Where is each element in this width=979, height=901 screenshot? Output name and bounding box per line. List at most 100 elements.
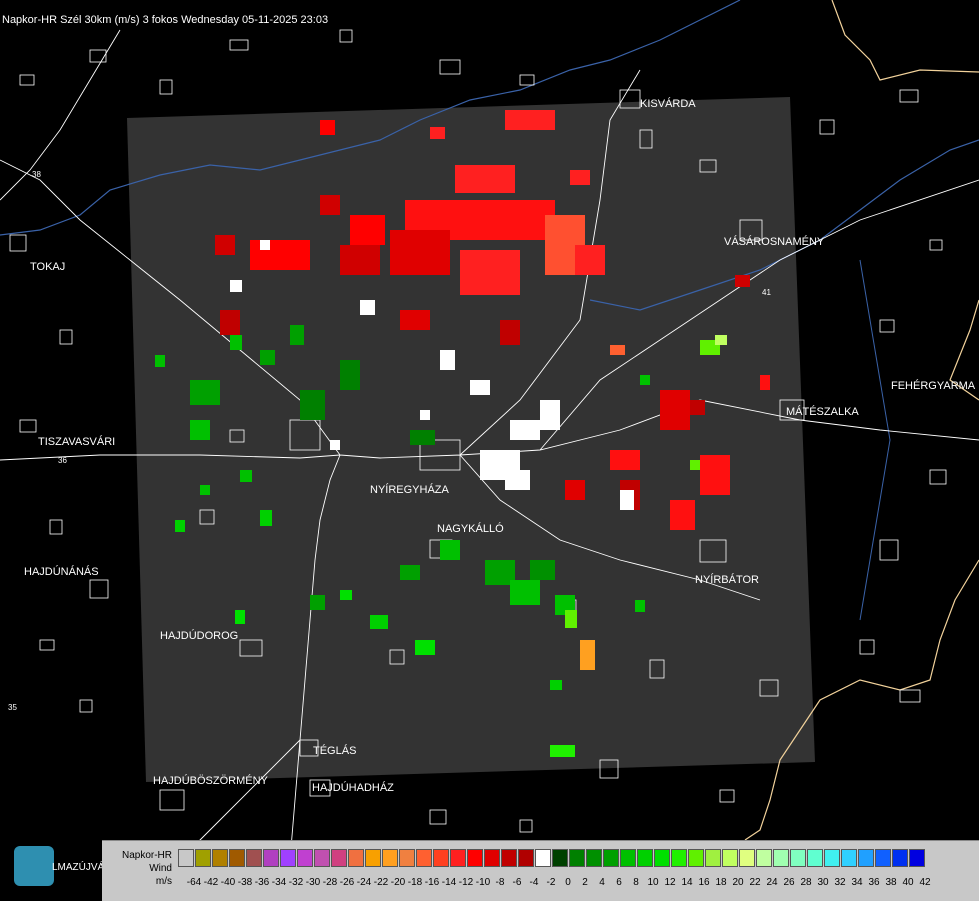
wind-legend: Napkor-HR Wind m/s -64 -42 -40 -38 -36 -34 -32… [102, 840, 979, 901]
legend-tick-label: -12 [458, 877, 474, 888]
legend-swatch [467, 849, 483, 867]
legend-tick-label: 2 [582, 877, 588, 888]
road-number-36: 36 [58, 456, 67, 465]
legend-tick-label: 8 [633, 877, 639, 888]
legend-swatch [535, 849, 551, 867]
legend-swatch [739, 849, 755, 867]
legend-tick-label: 26 [783, 877, 795, 888]
town-tokaj: TOKAJ [30, 261, 65, 273]
legend-swatch [416, 849, 432, 867]
legend-swatch [875, 849, 891, 867]
legend-swatch [654, 849, 670, 867]
legend-swatch [331, 849, 347, 867]
legend-swatch [297, 849, 313, 867]
legend-swatch [280, 849, 296, 867]
legend-tick-label: 14 [681, 877, 693, 888]
road-number-35: 35 [8, 703, 17, 712]
company-logo-icon [14, 846, 54, 886]
legend-swatch [195, 849, 211, 867]
legend-tick-label: 36 [868, 877, 880, 888]
legend-swatch [263, 849, 279, 867]
legend-tick-label: -6 [512, 877, 522, 888]
map-title: Napkor-HR Szél 30km (m/s) 3 fokos Wednes… [2, 14, 329, 26]
legend-swatch [433, 849, 449, 867]
legend-swatch [637, 849, 653, 867]
legend-swatch [518, 849, 534, 867]
legend-tick-label: -30 [305, 877, 321, 888]
town-tiszavasvari: TISZAVASVÁRI [38, 435, 115, 448]
legend-tick-label: -28 [322, 877, 338, 888]
town-hajdudorog: HAJDÚDOROG [160, 629, 238, 642]
town-vasarosnameny: VÁSÁROSNAMÉNY [724, 235, 825, 248]
legend-swatch [790, 849, 806, 867]
legend-swatch [773, 849, 789, 867]
legend-tick-label: 34 [851, 877, 863, 888]
legend-swatch [620, 849, 636, 867]
legend-swatch [365, 849, 381, 867]
legend-tick-label: 24 [766, 877, 778, 888]
legend-tick-label: -14 [441, 877, 457, 888]
legend-tick-label: 10 [647, 877, 659, 888]
legend-swatch [858, 849, 874, 867]
legend-tick-label: -42 [203, 877, 219, 888]
legend-swatch [348, 849, 364, 867]
radar-map: KISVÁRDA VÁSÁROSNAMÉNY TOKAJ FEHÉRGYARMA… [0, 0, 979, 861]
legend-title-line2: Wind [149, 863, 172, 874]
legend-tick-label: -8 [495, 877, 505, 888]
legend-tick-label: 32 [834, 877, 846, 888]
legend-tick-label: -16 [424, 877, 440, 888]
legend-swatches [178, 849, 926, 867]
town-teglas: TÉGLÁS [313, 744, 356, 757]
legend-tick-label: -26 [339, 877, 355, 888]
legend-tick-label: -2 [546, 877, 556, 888]
legend-tick-label: -20 [390, 877, 406, 888]
legend-swatch [909, 849, 925, 867]
legend-title-line3: m/s [155, 876, 172, 887]
legend-swatch [824, 849, 840, 867]
road-number-38: 38 [32, 170, 41, 179]
town-hajduboszormeny: HAJDÚBÖSZÖRMÉNY [153, 774, 269, 787]
river-kraszna [859, 259, 891, 621]
legend-swatch [586, 849, 602, 867]
town-hajduhadhaz: HAJDÚHADHÁZ [312, 781, 394, 794]
legend-tick-label: -38 [237, 877, 253, 888]
legend-tick-label: -40 [220, 877, 236, 888]
legend-title-line1: Napkor-HR [121, 850, 172, 861]
legend-tick-label: -36 [254, 877, 270, 888]
legend-swatch [569, 849, 585, 867]
legend-tick-label: 28 [800, 877, 812, 888]
legend-title: Napkor-HR Wind m/s [102, 849, 172, 888]
legend-tick-label: 18 [715, 877, 727, 888]
legend-swatch [246, 849, 262, 867]
legend-tick-label: -32 [288, 877, 304, 888]
legend-tick-label: 12 [664, 877, 676, 888]
legend-swatch [722, 849, 738, 867]
legend-tick-label: 22 [749, 877, 761, 888]
town-nyirbator: NYÍRBÁTOR [695, 573, 759, 586]
legend-tick-label: -24 [356, 877, 372, 888]
legend-tick-label: 38 [885, 877, 897, 888]
legend-swatch [688, 849, 704, 867]
legend-tick-label: -10 [475, 877, 491, 888]
legend-tick-label: 6 [616, 877, 622, 888]
legend-tick-label: -22 [373, 877, 389, 888]
legend-swatch [484, 849, 500, 867]
legend-tick-label: 30 [817, 877, 829, 888]
legend-swatch [399, 849, 415, 867]
legend-tick-label: 0 [565, 877, 571, 888]
legend-tick-label: 20 [732, 877, 744, 888]
road-number-41: 41 [762, 288, 771, 297]
legend-tick-label: -18 [407, 877, 423, 888]
legend-swatch [807, 849, 823, 867]
legend-tick-label: -64 [186, 877, 202, 888]
legend-swatch [552, 849, 568, 867]
legend-swatch [178, 849, 194, 867]
legend-swatch [314, 849, 330, 867]
legend-tick-label: -34 [271, 877, 287, 888]
legend-swatch [892, 849, 908, 867]
legend-tick-label: 40 [902, 877, 914, 888]
legend-swatch [705, 849, 721, 867]
legend-swatch [756, 849, 772, 867]
legend-swatch [212, 849, 228, 867]
town-hajdunanas: HAJDÚNÁNÁS [24, 565, 99, 578]
